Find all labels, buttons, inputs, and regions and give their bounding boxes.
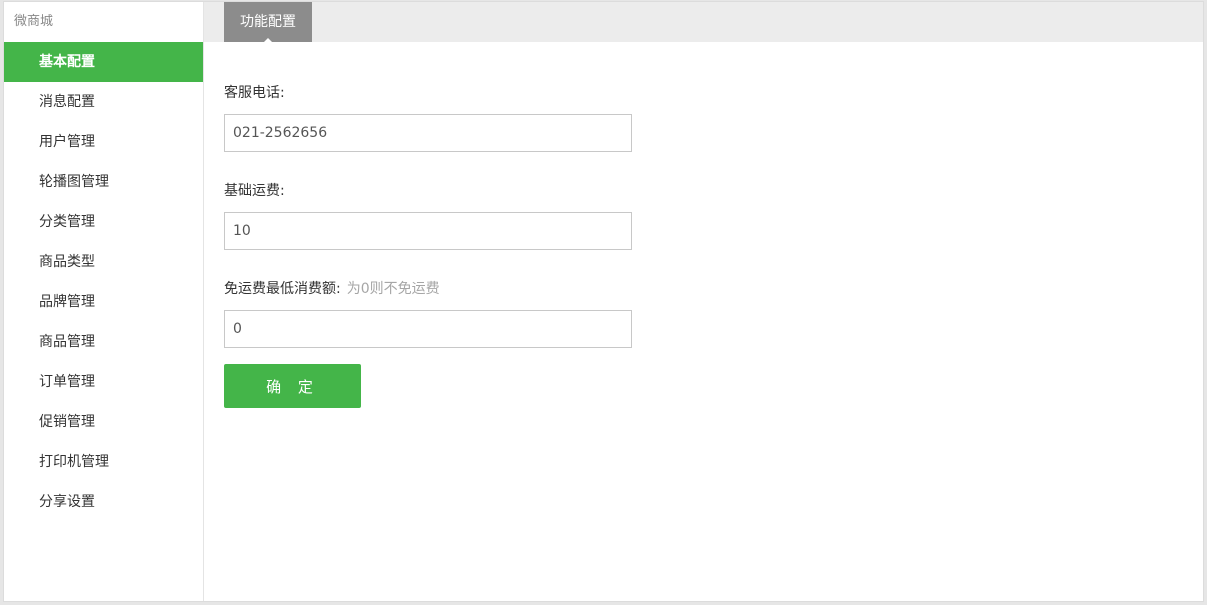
sidebar-item-product-management[interactable]: 商品管理 bbox=[4, 322, 203, 362]
sidebar-item-printer-management[interactable]: 打印机管理 bbox=[4, 442, 203, 482]
free-freight-label-row: 免运费最低消费额: 为0则不免运费 bbox=[224, 278, 632, 300]
free-freight-input[interactable] bbox=[224, 310, 632, 348]
free-freight-hint: 为0则不免运费 bbox=[346, 281, 440, 297]
sidebar-item-share-settings[interactable]: 分享设置 bbox=[4, 482, 203, 522]
sidebar-item-user-management[interactable]: 用户管理 bbox=[4, 122, 203, 162]
sidebar-item-basic-config[interactable]: 基本配置 bbox=[4, 42, 203, 82]
phone-field-group: 客服电话: bbox=[224, 82, 632, 152]
sidebar-item-product-types[interactable]: 商品类型 bbox=[4, 242, 203, 282]
sidebar-item-carousel-management[interactable]: 轮播图管理 bbox=[4, 162, 203, 202]
phone-label: 客服电话: bbox=[224, 85, 285, 101]
tab-bar: 功能配置 bbox=[204, 2, 1203, 43]
free-freight-field-group: 免运费最低消费额: 为0则不免运费 bbox=[224, 278, 632, 348]
base-freight-label: 基础运费: bbox=[224, 183, 285, 199]
config-form: 客服电话: 基础运费: 免运费最低消费额: 为0则不免运费 确 定 bbox=[224, 82, 632, 408]
base-freight-input[interactable] bbox=[224, 212, 632, 250]
free-freight-label: 免运费最低消费额: bbox=[224, 281, 341, 297]
base-freight-field-group: 基础运费: bbox=[224, 180, 632, 250]
sidebar-item-message-config[interactable]: 消息配置 bbox=[4, 82, 203, 122]
sidebar-title: 微商城 bbox=[14, 14, 54, 29]
app-frame: 微商城 基本配置 消息配置 用户管理 轮播图管理 分类管理 商品类型 品牌管理 … bbox=[3, 1, 1204, 602]
tab-feature-config[interactable]: 功能配置 bbox=[224, 2, 312, 43]
main-content: 功能配置 客服电话: 基础运费: 免运费最低消费额: 为0则不免运费 确 定 bbox=[204, 2, 1203, 601]
sidebar-item-order-management[interactable]: 订单管理 bbox=[4, 362, 203, 402]
confirm-button[interactable]: 确 定 bbox=[224, 364, 361, 408]
tab-label: 功能配置 bbox=[240, 14, 296, 30]
sidebar-item-brand-management[interactable]: 品牌管理 bbox=[4, 282, 203, 322]
sidebar: 微商城 基本配置 消息配置 用户管理 轮播图管理 分类管理 商品类型 品牌管理 … bbox=[4, 2, 204, 601]
phone-input[interactable] bbox=[224, 114, 632, 152]
sidebar-item-promotion-management[interactable]: 促销管理 bbox=[4, 402, 203, 442]
tab-active-caret-icon bbox=[263, 38, 273, 43]
sidebar-item-category-management[interactable]: 分类管理 bbox=[4, 202, 203, 242]
